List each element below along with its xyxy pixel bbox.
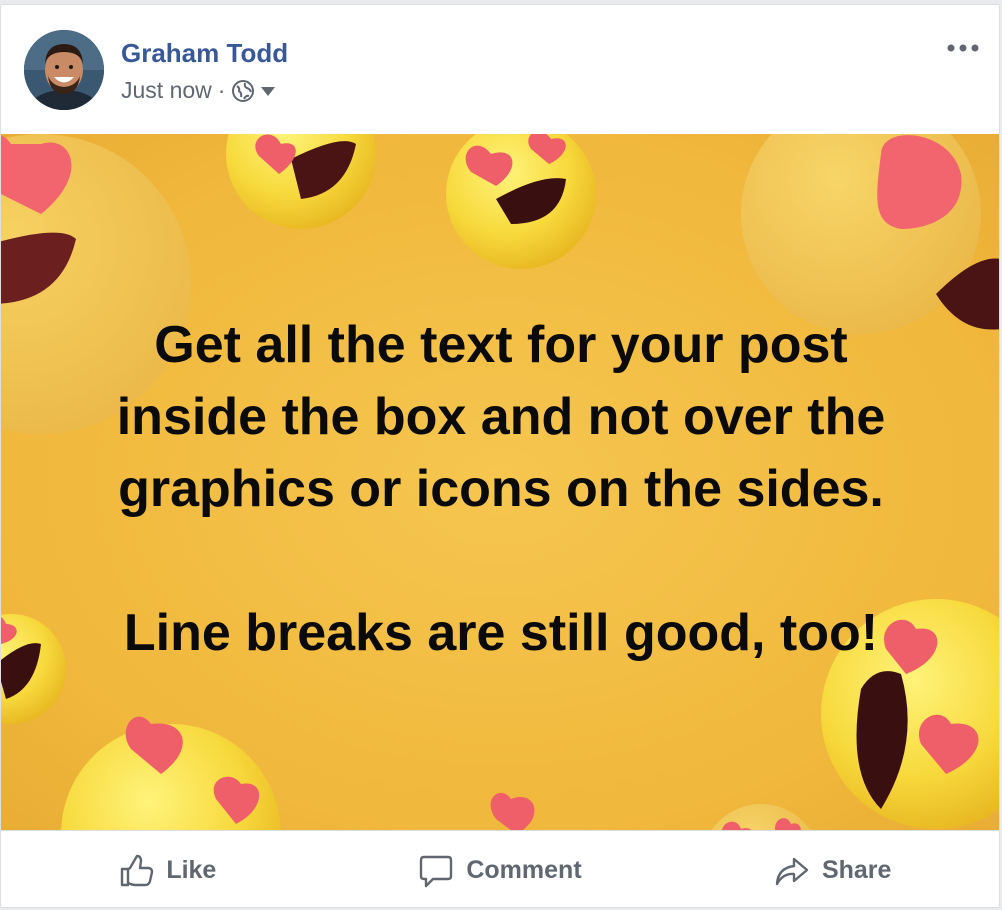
thumbs-up-icon [121, 854, 154, 886]
emoji-decoration [61, 716, 281, 830]
share-button[interactable]: Share [666, 831, 999, 907]
post-text: Get all the text for your post inside th… [116, 316, 886, 662]
meta-separator: · [217, 77, 226, 103]
post-meta: Just now · [121, 77, 277, 104]
comment-icon [420, 855, 453, 887]
timestamp[interactable]: Just now [121, 77, 212, 104]
caret-down-icon[interactable] [259, 85, 277, 97]
globe-icon [232, 79, 255, 102]
more-dots-icon[interactable] [945, 39, 981, 57]
avatar-photo [24, 30, 104, 110]
comment-label: Comment [466, 856, 582, 884]
share-icon [775, 857, 809, 885]
author-name[interactable]: Graham Todd [121, 38, 288, 69]
action-bar: Like Comment Share [1, 830, 999, 907]
emoji-decoration [711, 804, 811, 830]
avatar[interactable] [24, 30, 104, 110]
comment-button[interactable]: Comment [334, 831, 667, 907]
emoji-decoration [741, 134, 999, 334]
emoji-decoration [446, 134, 596, 269]
like-label: Like [166, 856, 217, 884]
background-post: Get all the text for your post inside th… [1, 134, 999, 830]
like-button[interactable]: Like [1, 831, 334, 907]
emoji-decoration [1, 614, 66, 724]
emoji-decoration [490, 793, 535, 830]
emoji-decoration [226, 134, 376, 229]
post-card: Graham Todd Just now · Get all the text … [0, 4, 1000, 908]
share-label: Share [821, 856, 892, 884]
post-header: Graham Todd Just now · [1, 5, 999, 134]
